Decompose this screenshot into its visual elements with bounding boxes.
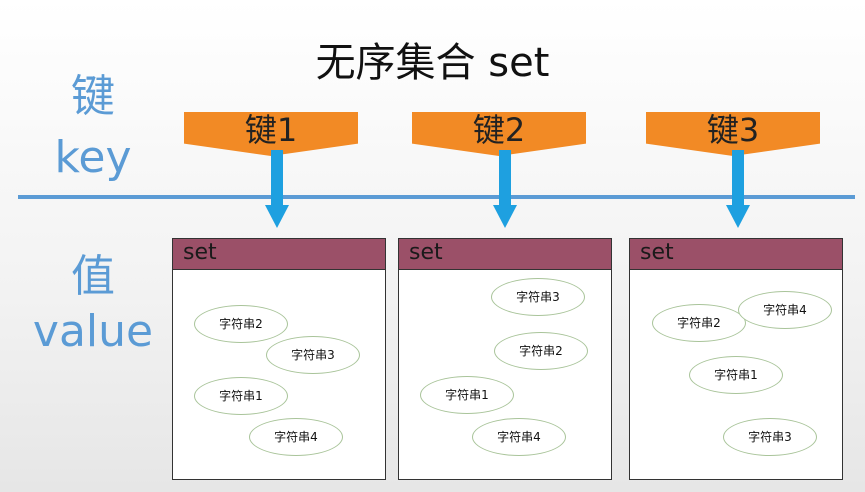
set-member: 字符串3 [266, 336, 360, 374]
set-member: 字符串1 [194, 377, 288, 415]
set-header: set [630, 239, 842, 270]
set-member: 字符串4 [738, 291, 832, 329]
set-member: 字符串4 [249, 418, 343, 456]
set-member: 字符串1 [420, 376, 514, 414]
label-key-cn: 键 [71, 71, 115, 122]
label-value-cn: 值 [71, 251, 115, 302]
label-value-en: value [32, 306, 154, 357]
set-member: 字符串3 [491, 278, 585, 316]
set-member: 字符串2 [652, 304, 746, 342]
arrow-down-icon [726, 150, 750, 228]
set-member: 字符串2 [194, 305, 288, 343]
set-member: 字符串1 [689, 356, 783, 394]
set-header: set [399, 239, 611, 270]
arrow-down-icon [493, 150, 517, 228]
set-member: 字符串2 [494, 332, 588, 370]
label-key-en: key [54, 132, 132, 183]
arrow-down-icon [265, 150, 289, 228]
set-member: 字符串3 [723, 418, 817, 456]
set-member: 字符串4 [472, 418, 566, 456]
set-header: set [173, 239, 385, 270]
